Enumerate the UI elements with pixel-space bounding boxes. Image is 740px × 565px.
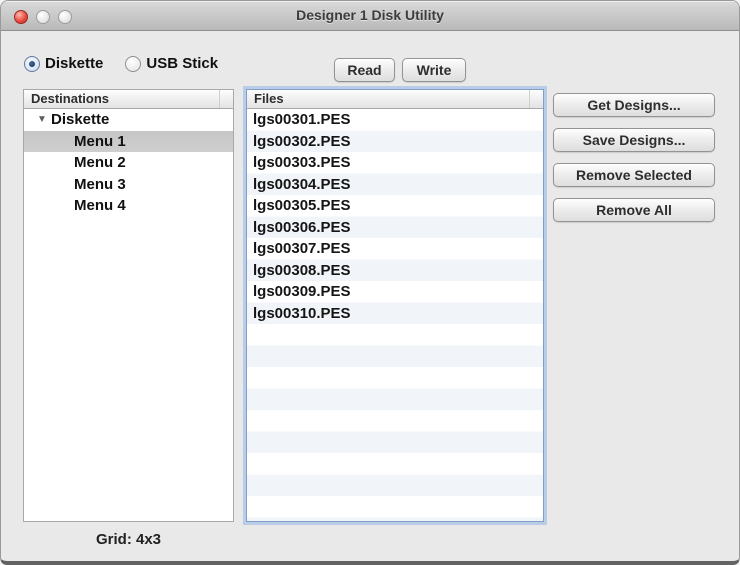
files-list: lgs00301.PES lgs00302.PES lgs00303.PES lgs0… <box>247 109 543 521</box>
radio-icon-diskette <box>24 55 40 72</box>
tree-item-menu-1[interactable]: Menu 1 <box>24 130 233 152</box>
radio-label-diskette: Diskette <box>45 55 104 72</box>
remove-selected-button[interactable]: Remove Selected <box>553 163 715 187</box>
file-row[interactable]: lgs00303.PES <box>247 152 543 174</box>
disclosure-triangle-icon[interactable]: ▼ <box>37 114 50 125</box>
radio-icon-usb-stick <box>125 55 142 72</box>
tree-item-menu-2[interactable]: Menu 2 <box>24 152 233 174</box>
window-title: Designer 1 Disk Utility <box>296 7 444 23</box>
radio-label-usb-stick: USB Stick <box>146 55 219 72</box>
save-designs-button[interactable]: Save Designs... <box>553 128 715 152</box>
grid-status-label: Grid: 4x3 <box>95 531 162 548</box>
destinations-header: Destinations <box>24 90 233 109</box>
read-button[interactable]: Read <box>334 58 395 82</box>
remove-all-button[interactable]: Remove All <box>553 198 715 222</box>
tree-item-menu-4[interactable]: Menu 4 <box>24 195 233 217</box>
get-designs-button[interactable]: Get Designs... <box>553 93 715 117</box>
tree-root-label: Diskette <box>51 111 110 129</box>
files-panel: Files lgs00301.PES lgs00302.PES lgs00303.P… <box>246 89 544 522</box>
title-bar[interactable]: Designer 1 Disk Utility <box>1 1 739 31</box>
file-row[interactable]: lgs00301.PES <box>247 109 543 131</box>
app-window: Designer 1 Disk Utility Diskette USB Stic… <box>0 0 740 565</box>
file-row[interactable]: lgs00305.PES <box>247 195 543 217</box>
destinations-panel: Destinations ▼ Diskette Menu 1 Menu 2 Menu 3… <box>23 89 234 522</box>
tree-item-menu-3[interactable]: Menu 3 <box>24 174 233 196</box>
destinations-list: ▼ Diskette Menu 1 Menu 2 Menu 3 Menu 4 <box>24 109 233 521</box>
file-row[interactable]: lgs00302.PES <box>247 131 543 153</box>
files-header: Files <box>247 90 543 109</box>
radio-option-usb-stick[interactable]: USB Stick <box>125 55 218 72</box>
file-row[interactable]: lgs00307.PES <box>247 238 543 260</box>
file-row[interactable]: lgs00306.PES <box>247 217 543 239</box>
file-row[interactable]: lgs00310.PES <box>247 303 543 325</box>
source-selector: Diskette USB Stick <box>24 55 218 72</box>
file-row[interactable]: lgs00309.PES <box>247 281 543 303</box>
write-button[interactable]: Write <box>402 58 466 82</box>
radio-option-diskette[interactable]: Diskette <box>24 55 103 72</box>
action-buttons: Get Designs... Save Designs... Remove Sele… <box>553 93 715 222</box>
tree-root-diskette[interactable]: ▼ Diskette <box>24 109 233 131</box>
file-row[interactable]: lgs00304.PES <box>247 174 543 196</box>
file-row[interactable]: lgs00308.PES <box>247 260 543 282</box>
